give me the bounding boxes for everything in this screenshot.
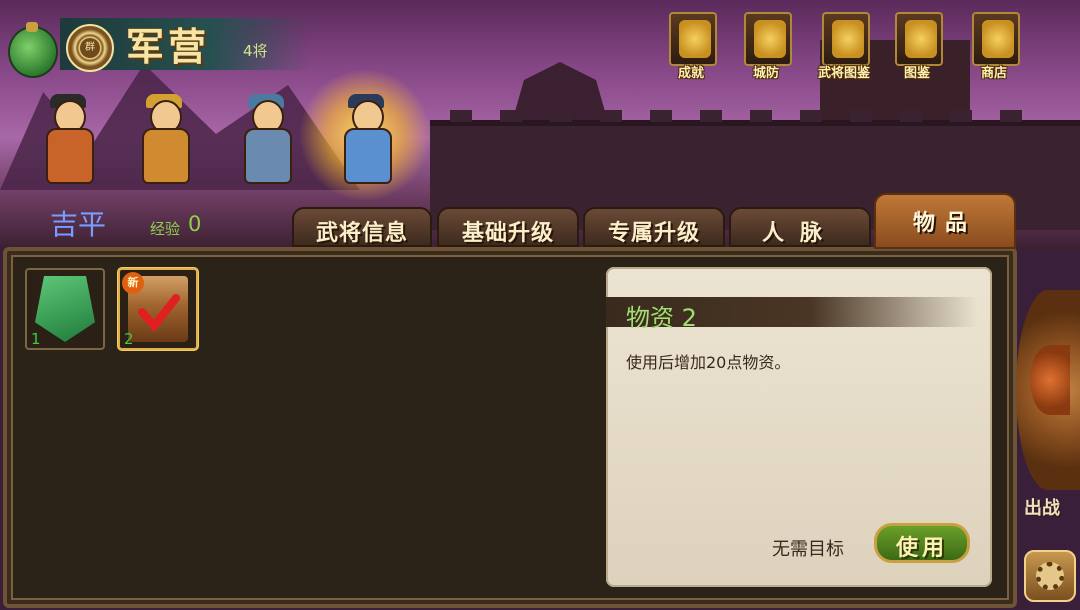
- item-description: 使用后增加20点物资。: [626, 353, 791, 372]
- soldier-token-icon: [35, 276, 95, 342]
- new-badge: 新: [122, 272, 144, 294]
- faction-emblem-char: 群: [80, 38, 100, 58]
- hero-portrait-2[interactable]: [132, 94, 196, 190]
- use-button[interactable]: 使用: [874, 523, 970, 563]
- inventory-slot-2[interactable]: 新 2: [118, 268, 198, 350]
- shop-icon: [982, 20, 1014, 58]
- beast-face-icon: [1030, 345, 1070, 415]
- item-name: 物资 2: [626, 304, 697, 332]
- shop-button[interactable]: 商店: [970, 12, 1020, 81]
- tab-items[interactable]: 物品: [874, 193, 1016, 249]
- exp-value: 0: [188, 212, 202, 236]
- tab-connections[interactable]: 人脉: [729, 207, 871, 247]
- tab-connections-label: 人脉: [761, 221, 838, 246]
- jade-pendant-icon[interactable]: [8, 22, 58, 78]
- achievements-label: 成就: [677, 66, 704, 81]
- hero-portrait-1[interactable]: [36, 94, 100, 190]
- page-title: 军营: [126, 25, 211, 69]
- item-quantity: 2: [124, 330, 134, 348]
- hero-portrait-selected[interactable]: [334, 94, 398, 190]
- general-codex-button[interactable]: 武将图鉴: [818, 12, 870, 81]
- inventory-slot-1[interactable]: 1: [25, 268, 105, 350]
- achievements-button[interactable]: 成就: [667, 12, 717, 81]
- item-quantity: 1: [31, 330, 41, 348]
- codex-button[interactable]: 图鉴: [893, 12, 943, 81]
- tab-exclusive-upgrade-label: 专属升级: [607, 221, 700, 246]
- item-detail-header: 物资 2: [606, 297, 978, 332]
- deploy-label: 出战: [1024, 498, 1060, 519]
- tower-icon: [754, 20, 786, 58]
- tab-general-info-label: 武将信息: [315, 221, 408, 246]
- tab-exclusive-upgrade[interactable]: 专属升级: [583, 207, 725, 247]
- tab-items-label: 物品: [912, 211, 977, 236]
- tab-basic-upgrade[interactable]: 基础升级: [437, 207, 579, 247]
- hero-name: 吉平: [50, 208, 107, 241]
- use-button-label: 使用: [895, 536, 948, 561]
- shop-label: 商店: [980, 66, 1007, 81]
- tab-general-info[interactable]: 武将信息: [292, 207, 432, 247]
- exp-label: 经验: [150, 220, 181, 238]
- helmet-icon: [832, 20, 864, 58]
- tab-basic-upgrade-label: 基础升级: [461, 221, 554, 246]
- general-count: 4将: [243, 42, 268, 60]
- settings-button[interactable]: [1024, 550, 1076, 602]
- scroll-icon: [905, 20, 937, 58]
- hero-portrait-3[interactable]: [234, 94, 298, 190]
- sword-icon: [679, 20, 711, 58]
- city-defense-label: 城防: [752, 66, 779, 81]
- general-codex-label: 武将图鉴: [817, 66, 870, 81]
- item-detail-card: 物资 2 使用后增加20点物资。 无需目标 使用: [606, 267, 992, 587]
- item-target-text: 无需目标: [772, 539, 844, 560]
- city-defense-button[interactable]: 城防: [742, 12, 792, 81]
- faction-emblem-icon: 群: [66, 24, 114, 72]
- codex-label: 图鉴: [903, 66, 930, 81]
- gear-icon: [1036, 562, 1064, 590]
